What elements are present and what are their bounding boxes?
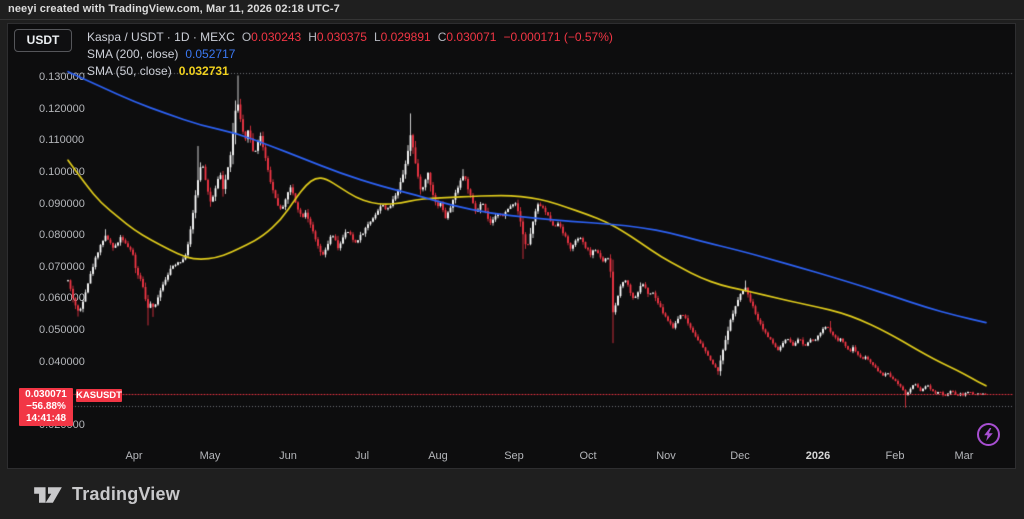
y-axis-tick: 0.040000 (39, 355, 85, 368)
top-divider (0, 19, 1024, 20)
x-axis-tick: Jul (354, 450, 370, 462)
price-chart-canvas[interactable] (8, 24, 1015, 468)
sma200-value: 0.052717 (185, 47, 236, 61)
y-axis-tick: 0.080000 (39, 229, 85, 242)
x-axis-tick: May (199, 450, 221, 462)
current-price: 0.030071 (25, 389, 67, 400)
change-percent: −56.88% (26, 401, 66, 412)
y-axis-tick: 0.110000 (39, 134, 85, 147)
sma200-label: SMA (200, close) (87, 47, 179, 61)
change-value: −0.000171 (−0.57%) (503, 30, 613, 44)
tradingview-logo[interactable]: TradingView (33, 484, 180, 506)
y-axis-tick: 0.050000 (39, 324, 85, 337)
x-axis-tick: Aug (428, 450, 448, 462)
x-axis-tick: Nov (656, 450, 676, 462)
x-axis-tick: Mar (954, 450, 974, 462)
lightning-icon (984, 428, 993, 441)
x-axis-tick: Jun (279, 450, 297, 462)
symbol-tag: KASUSDT (76, 389, 122, 402)
y-axis-tick: 0.060000 (39, 292, 85, 305)
bar-countdown: 14:41:48 (25, 413, 67, 424)
lightning-boost-button[interactable] (977, 423, 1000, 446)
ohlc-close-value: 0.030071 (446, 30, 497, 44)
sma50-label: SMA (50, close) (87, 64, 172, 78)
ohlc-low-key: L (373, 30, 381, 44)
y-axis-tick: 0.120000 (39, 102, 85, 115)
ohlc-high-value: 0.030375 (316, 30, 367, 44)
ohlc-open-value: 0.030243 (251, 30, 302, 44)
ohlc-high-key: H (308, 30, 317, 44)
symbol-title: Kaspa / USDT · 1D · MEXC (87, 30, 235, 44)
y-axis-tick: 0.100000 (39, 165, 85, 178)
ohlc-low-value: 0.029891 (380, 30, 431, 44)
x-axis-tick: Oct (579, 450, 597, 462)
footer-bar: TradingView (0, 470, 1024, 519)
legend-sma50-row[interactable]: SMA (50, close) 0.032731 (87, 64, 229, 78)
tradingview-mark-icon (34, 486, 62, 503)
x-axis-tick: 2026 (805, 450, 831, 462)
y-axis-tick: 0.090000 (39, 197, 85, 210)
attribution-text: neeyi created with TradingView.com, Mar … (8, 3, 340, 15)
current-price-label: 0.030071 −56.88% 14:41:48 (19, 388, 73, 426)
ohlc-open-key: O (241, 30, 252, 44)
sma50-value: 0.032731 (178, 64, 229, 78)
x-axis-tick: Sep (504, 450, 524, 462)
legend-sma200-row[interactable]: SMA (200, close) 0.052717 (87, 47, 235, 61)
y-axis-tick: 0.070000 (39, 260, 85, 273)
y-axis-tick: 0.130000 (39, 71, 85, 83)
symbol-quote-button[interactable]: USDT (14, 29, 72, 52)
tradingview-wordmark: TradingView (72, 484, 180, 504)
chart-panel[interactable]: USDT Kaspa / USDT · 1D · MEXC O0.030243 H0… (7, 23, 1016, 469)
tradingview-screenshot: neeyi created with TradingView.com, Mar … (0, 0, 1024, 519)
x-axis-tick: Dec (730, 450, 750, 462)
legend-symbol-row[interactable]: Kaspa / USDT · 1D · MEXC O0.030243 H0.0303… (87, 30, 613, 44)
x-axis-tick: Apr (125, 450, 143, 462)
x-axis-tick: Feb (885, 450, 905, 462)
